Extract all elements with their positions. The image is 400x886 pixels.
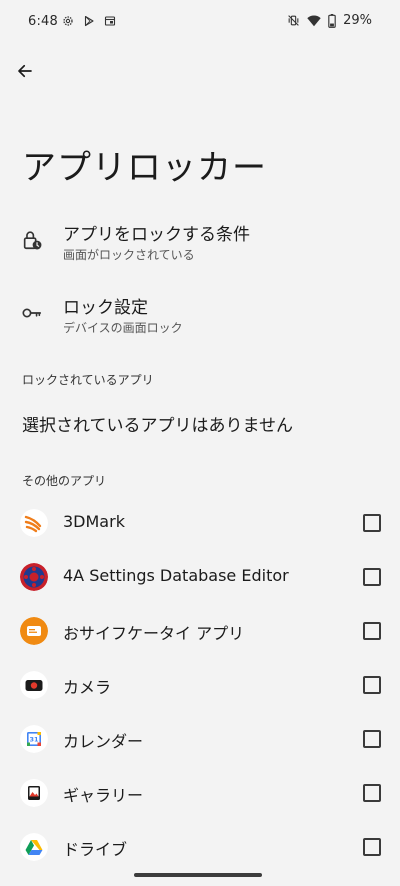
app-name: おサイフケータイ アプリ <box>63 624 245 643</box>
app-name: カレンダー <box>63 732 144 751</box>
vibrate-off-icon <box>288 15 299 26</box>
setting-subtitle: 画面がロックされている <box>63 248 195 262</box>
settings-gear-icon <box>63 16 73 26</box>
app-row-gallery[interactable]: ギャラリー <box>0 766 400 820</box>
status-bar: 6:48 29% <box>0 0 400 40</box>
app-row-drive[interactable]: ドライブ <box>0 820 400 874</box>
back-button[interactable] <box>12 58 38 84</box>
setting-subtitle: デバイスの画面ロック <box>63 321 183 335</box>
app-checkbox[interactable] <box>363 568 381 586</box>
app-name: ドライブ <box>63 840 128 859</box>
status-left-icons <box>62 15 116 27</box>
app-name: 3DMark <box>63 512 125 531</box>
app-name: カメラ <box>63 678 112 697</box>
other-apps-header: その他のアプリ <box>22 474 107 488</box>
home-indicator[interactable] <box>134 873 262 877</box>
app-row-3dmark[interactable]: 3DMark <box>0 496 400 550</box>
status-right: 29% <box>287 13 372 28</box>
battery-icon <box>328 13 336 28</box>
app-checkbox[interactable] <box>363 784 381 802</box>
no-locked-apps-message: 選択されているアプリはありません <box>22 416 293 436</box>
app-name: 4A Settings Database Editor <box>63 566 289 585</box>
lock-clock-icon <box>20 228 44 252</box>
play-store-icon <box>84 15 94 27</box>
app-checkbox[interactable] <box>363 838 381 856</box>
gallery-icon <box>20 779 48 807</box>
calendar-icon: 31 <box>20 725 48 753</box>
battery-percent: 29% <box>343 13 372 28</box>
4a-settings-icon <box>20 563 48 591</box>
app-row-4a-settings[interactable]: 4A Settings Database Editor <box>0 550 400 604</box>
lock-condition-setting[interactable]: アプリをロックする条件 画面がロックされている <box>0 216 400 272</box>
svg-text:31: 31 <box>29 736 39 744</box>
wifi-icon <box>307 14 321 26</box>
3dmark-icon <box>20 509 48 537</box>
page-title: アプリロッカー <box>22 148 267 188</box>
app-row-camera[interactable]: カメラ <box>0 658 400 712</box>
app-checkbox[interactable] <box>363 676 381 694</box>
camera-icon <box>20 671 48 699</box>
status-time: 6:48 <box>28 14 58 29</box>
app-checkbox[interactable] <box>363 730 381 748</box>
app-name: ギャラリー <box>63 786 144 805</box>
drive-icon <box>20 833 48 861</box>
app-checkbox[interactable] <box>363 622 381 640</box>
lock-settings-setting[interactable]: ロック設定 デバイスの画面ロック <box>0 289 400 345</box>
locked-apps-header: ロックされているアプリ <box>22 373 154 387</box>
app-row-calendar[interactable]: 31 カレンダー <box>0 712 400 766</box>
setting-title: ロック設定 <box>63 298 148 318</box>
arrow-back-icon <box>18 64 32 78</box>
calendar-box-icon <box>104 16 116 26</box>
app-checkbox[interactable] <box>363 514 381 532</box>
key-icon <box>20 301 44 325</box>
osaifu-keitai-icon <box>20 617 48 645</box>
app-row-osaifu-keitai[interactable]: おサイフケータイ アプリ <box>0 604 400 658</box>
setting-title: アプリをロックする条件 <box>63 225 250 245</box>
